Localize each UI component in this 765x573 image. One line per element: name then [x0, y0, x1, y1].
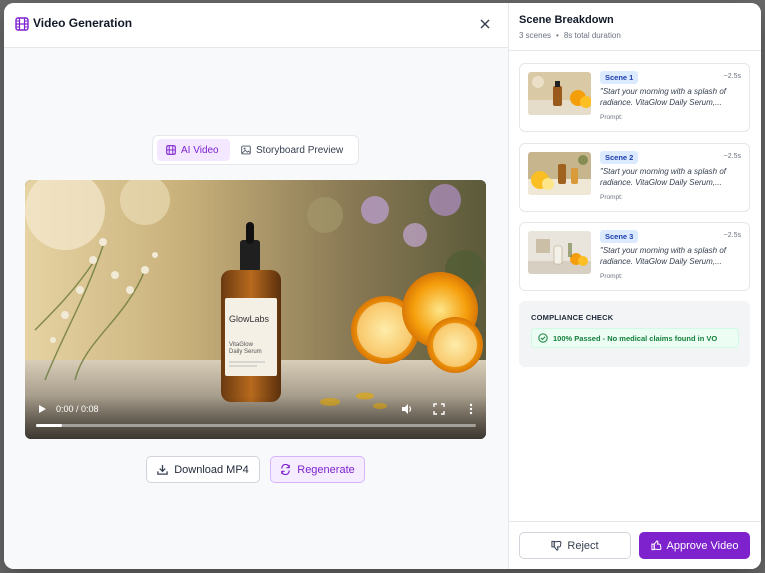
view-toggle: AI Video Storyboard Preview — [152, 135, 359, 165]
film-icon — [15, 17, 29, 31]
approve-video-button[interactable]: Approve Video — [639, 532, 750, 559]
download-label: Download MP4 — [174, 463, 249, 476]
fullscreen-icon[interactable] — [433, 403, 445, 415]
product-name-line-1: VitaGlow — [229, 342, 254, 348]
scene-badge: Scene 2 — [600, 151, 639, 164]
play-icon[interactable] — [37, 404, 47, 414]
download-icon — [157, 464, 168, 475]
scene-duration: ~2.5s — [723, 153, 741, 160]
reject-label: Reject — [567, 539, 599, 552]
check-circle-icon — [538, 333, 548, 343]
scene-duration: ~2.5s — [723, 73, 741, 80]
scene-card-1[interactable]: Scene 1 ~2.5s "Start your morning with a… — [519, 63, 750, 132]
video-player[interactable]: GlowLabs VitaGlow Daily Serum 0:00 / 0:0… — [25, 180, 486, 439]
compliance-check-panel: COMPLIANCE CHECK 100% Passed - No medica… — [519, 301, 750, 367]
compliance-status-badge: 100% Passed - No medical claims found in… — [531, 328, 739, 348]
scene-breakdown-pane: Scene Breakdown 3 scenes • 8s total durati… — [508, 3, 761, 569]
approve-label: Approve Video — [666, 539, 739, 552]
tab-label: AI Video — [181, 144, 219, 156]
action-footer: Reject Approve Video — [509, 521, 761, 569]
video-time: 0:00 / 0:08 — [56, 404, 99, 414]
more-options-icon[interactable] — [468, 403, 474, 415]
scene-duration: ~2.5s — [723, 232, 741, 239]
film-icon — [166, 145, 176, 155]
refresh-icon — [281, 464, 291, 475]
scene-badge: Scene 1 — [600, 71, 639, 84]
tab-ai-video[interactable]: AI Video — [157, 139, 230, 161]
breakdown-subtitle: 3 scenes • 8s total duration — [519, 31, 621, 40]
volume-icon[interactable] — [401, 403, 413, 415]
scene-thumbnail — [528, 231, 591, 274]
regenerate-button[interactable]: Regenerate — [270, 456, 365, 483]
scene-voiceover-text: "Start your morning with a splash of rad… — [600, 87, 727, 107]
video-progress-fill — [36, 424, 63, 427]
download-mp4-button[interactable]: Download MP4 — [146, 456, 260, 483]
image-icon — [241, 145, 251, 155]
product-brand-text: GlowLabs — [229, 314, 270, 324]
close-icon[interactable] — [478, 17, 492, 31]
scene-card-3[interactable]: Scene 3 ~2.5s "Start your morning with a… — [519, 222, 750, 291]
total-duration: 8s total duration — [563, 31, 621, 40]
breakdown-header: Scene Breakdown 3 scenes • 8s total durati… — [509, 3, 761, 51]
scene-thumbnail — [528, 72, 591, 115]
scene-prompt-label: Prompt: — [600, 114, 623, 121]
thumbs-down-icon — [551, 540, 562, 551]
modal-title: Video Generation — [33, 16, 133, 30]
regenerate-label: Regenerate — [297, 463, 355, 476]
modal-header: Video Generation — [4, 3, 508, 48]
product-name-line-2: Daily Serum — [229, 349, 262, 355]
scene-prompt-label: Prompt: — [600, 273, 623, 280]
scene-card-2[interactable]: Scene 2 ~2.5s "Start your morning with a… — [519, 143, 750, 212]
scene-badge: Scene 3 — [600, 230, 639, 243]
compliance-status-text: 100% Passed - No medical claims found in… — [553, 333, 718, 343]
reject-button[interactable]: Reject — [519, 532, 631, 559]
video-progress-bar[interactable] — [36, 424, 476, 427]
breakdown-title: Scene Breakdown — [519, 14, 614, 26]
scene-prompt-label: Prompt: — [600, 194, 623, 201]
scene-voiceover-text: "Start your morning with a splash of rad… — [600, 167, 727, 187]
thumbs-up-icon — [650, 540, 661, 551]
tab-label: Storyboard Preview — [256, 144, 344, 156]
scene-thumbnail — [528, 152, 591, 195]
scene-voiceover-text: "Start your morning with a splash of rad… — [600, 246, 727, 266]
compliance-title: COMPLIANCE CHECK — [531, 313, 614, 322]
video-controls: 0:00 / 0:08 — [25, 396, 486, 439]
tab-storyboard-preview[interactable]: Storyboard Preview — [235, 139, 355, 161]
video-preview-pane: Video Generation AI Video Storyboard Pre… — [4, 3, 508, 569]
video-generation-modal: Video Generation AI Video Storyboard Pre… — [4, 3, 761, 569]
scene-count: 3 scenes — [519, 31, 552, 40]
